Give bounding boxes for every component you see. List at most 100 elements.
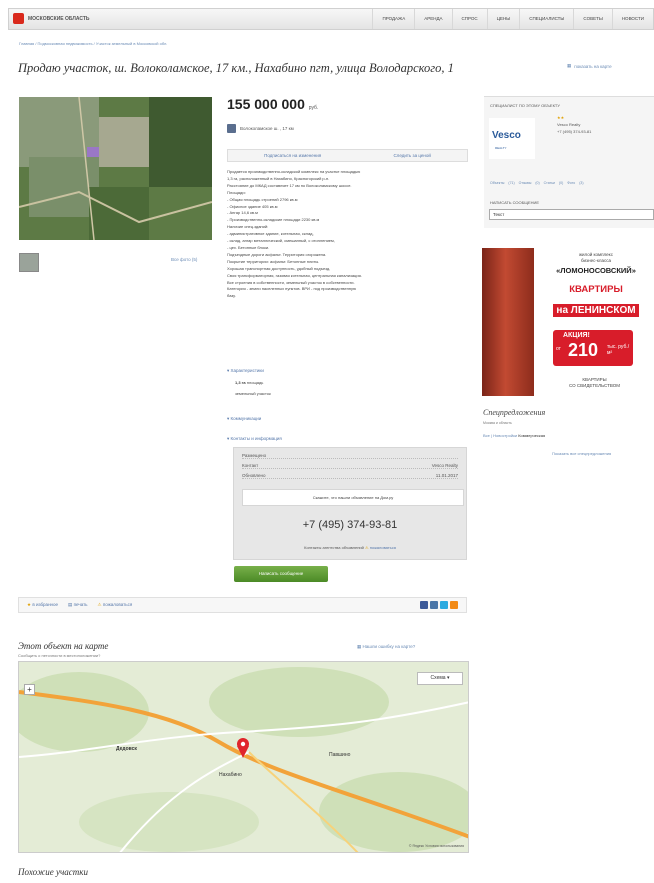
desc-line: Покрытие территории: асфальт. Бетонные п… [227,258,320,264]
mention-notice: Скажите, что нашли объявление на Дом.ру [242,489,464,506]
zoom-in-button[interactable]: + [24,684,35,695]
complain-link[interactable]: пожаловаться [370,545,396,550]
location-text[interactable]: Волоколамское ш. , 17 км [240,126,294,131]
map-error-link[interactable]: ▦ Нашли ошибку на карте? [357,644,415,650]
map-label-pavshino: Павшино [329,752,351,758]
agent-info: ★★ Vesco Realty +7 (495) 374-93-81 [557,114,591,135]
ad-footer: КВАРТИРЫ СО СВИДЕТЕЛЬСТВОМ [569,377,620,388]
show-on-map-link[interactable]: ▦ показать на карте [567,63,612,69]
nav-item-prices[interactable]: ЦЕНЫ [486,9,520,29]
ad-text: жилой комплекс бизнес-класса «ЛОМОНОСОВС… [540,252,652,317]
contact-footer: Контакты агентства объявлений ⚠ пожалова… [304,545,396,550]
location-line: Волоколамское ш. , 17 км [227,124,294,133]
desc-line: 1,3 га, расположенный в Нахабино, Красно… [227,175,330,181]
desc-line: - Общая площадь строений 2796 кв.м [227,196,298,202]
price-value: 155 000 000 [227,96,305,112]
kv-row: Контакт Vesco Realty [242,463,458,469]
site-logo-text[interactable]: МОСКОВСКИЕ ОБЛАСТЬ [28,16,90,22]
agent-phone[interactable]: +7 (495) 374-93-81 [557,128,591,135]
nav-item-advice[interactable]: СОВЕТЫ [573,9,611,29]
desc-line: Площади: [227,189,246,195]
area-row: 1,3 га площадь [235,380,264,385]
desc-line: Категория - земли населенных пунктов. ВР… [227,286,357,292]
desc-line: - склад, ангар металлический, смешанный,… [227,238,335,244]
map-type-select[interactable]: Схема ▾ [417,672,463,685]
similar-title: Похожие участки [18,867,88,877]
price-unit: руб. [308,105,319,111]
location-icon [227,124,236,133]
desc-line: - Офисное здание 405 кв.м [227,203,278,209]
nav-item-rent[interactable]: АРЕНДА [414,9,451,29]
favorite-button[interactable]: ★ в избранное [27,602,58,608]
agent-card: СПЕЦИАЛИСТ ПО ЭТОМУ ОБЪЕКТУ Vesco REALTY… [484,96,654,228]
main-nav: ПРОДАЖА АРЕНДА СПРОС ЦЕНЫ СПЕЦИАЛИСТЫ СО… [372,9,653,29]
nav-item-specialists[interactable]: СПЕЦИАЛИСТЫ [519,9,573,29]
all-special-offers-link[interactable]: Показать все спецпредложения [552,451,611,456]
map-label-nakhabino: Нахабино [219,772,242,778]
subscribe-changes-button[interactable]: Подписаться на изменения [264,153,321,158]
map-section-subtitle[interactable]: Сообщить о неточности в местоположении? [18,653,100,658]
map-copyright[interactable]: © Яндекс Условия использования [409,844,464,848]
desc-line: - Ангар 14,6 кв.м [227,210,258,216]
page-title: Продаю участок, ш. Волоколамское, 17 км.… [18,61,454,75]
map-label-dedovsk: Дедовск [116,746,137,752]
location-map[interactable]: Схема ▾ + Дедовск Нахабино Павшино © Янд… [18,661,469,853]
building-image [482,248,534,396]
desc-line: - Производственно-складские площади 2230… [227,217,320,223]
communications-toggle[interactable]: ▾ Коммуникации [227,416,261,422]
agent-links[interactable]: Объекты (71) Отзывы (0) Статьи (0) Фото … [490,181,584,185]
share-buttons [420,601,458,609]
nav-item-news[interactable]: НОВОСТИ [611,9,653,29]
map-section-title: Этот объект на карте [18,641,109,651]
desc-line: - цех. Бетонные блоки. [227,244,270,250]
vk-icon[interactable] [430,601,438,609]
breadcrumb[interactable]: Главная / Подмосковная недвижимость / Уч… [19,41,167,46]
odnoklassniki-icon[interactable] [450,601,458,609]
desc-line: Своя трансформаторная, газовая котельная… [227,272,362,278]
special-offers-title: Спецпредложения [483,408,546,417]
contacts-toggle[interactable]: ▾ Контакты и информация [227,436,282,442]
desc-line: Расстояние до МКАД составляет 17 км по В… [227,182,352,188]
price: 155 000 000 руб. [227,96,318,112]
satellite-image [19,97,212,240]
rating-icon: ★★ [557,115,565,120]
advertisement-banner[interactable]: жилой комплекс бизнес-класса «ЛОМОНОСОВС… [482,248,654,396]
contact-box: Размещено Контакт Vesco Realty Обновлено 1… [233,447,467,560]
twitter-icon[interactable] [440,601,448,609]
nav-item-demand[interactable]: СПРОС [451,9,487,29]
listing-photo[interactable] [19,97,212,240]
map-icon: ▦ [567,63,572,68]
star-icon: ★ [27,602,32,607]
ad-promo-badge: АКЦИЯ! от 210 тыс. руб./м² [553,330,633,366]
agent-name[interactable]: Vesco Realty [557,121,591,128]
agent-card-header: СПЕЦИАЛИСТ ПО ЭТОМУ ОБЪЕКТУ [490,103,560,108]
site-logo-icon[interactable] [13,13,24,24]
facebook-icon[interactable] [420,601,428,609]
special-offers-region: Москва и область [483,421,512,425]
send-message-button[interactable]: Написать сообщение [234,566,328,582]
map-tiles [19,662,468,852]
phone-number[interactable]: +7 (495) 374-93-81 [234,519,466,531]
warning-icon: ⚠ [97,602,102,607]
special-offers-filter[interactable]: Все | Новостройки Коммерческая [483,433,545,438]
area-extra: земельный участок [235,391,271,396]
agent-logo[interactable]: Vesco REALTY [489,118,535,159]
characteristics-toggle[interactable]: ▾ Характеристики [227,368,264,374]
listing-description: Продается производственно-складской комп… [227,169,467,300]
write-message-label: НАПИСАТЬ СООБЩЕНИЕ [490,200,540,205]
top-navigation-bar: МОСКОВСКИЕ ОБЛАСТЬ ПРОДАЖА АРЕНДА СПРОС … [8,8,654,30]
kv-row: Обновлено 11.01.2017 [242,473,458,479]
track-price-button[interactable]: Следить за ценой [393,153,430,158]
desc-line: Наличие спец.зданий: [227,224,269,230]
social-bar: ★ в избранное ▤ печать ⚠ пожаловаться [18,597,467,613]
desc-line: Все строения в собственности, земельный … [227,279,355,285]
print-button[interactable]: ▤ печать [68,602,87,608]
photo-thumbnail[interactable] [19,253,39,272]
message-type-select[interactable]: Текст [489,209,654,220]
desc-line: Подъездные дороги асфальт. Территория ог… [227,251,327,257]
desc-line: Хорошая транспортная доступность, удобны… [227,265,331,271]
listing-actions: Подписаться на изменения Следить за цено… [227,149,468,162]
complain-button[interactable]: ⚠ пожаловаться [98,602,133,608]
all-photos-link[interactable]: Все фото (5) [171,257,197,262]
nav-item-sale[interactable]: ПРОДАЖА [372,9,414,29]
